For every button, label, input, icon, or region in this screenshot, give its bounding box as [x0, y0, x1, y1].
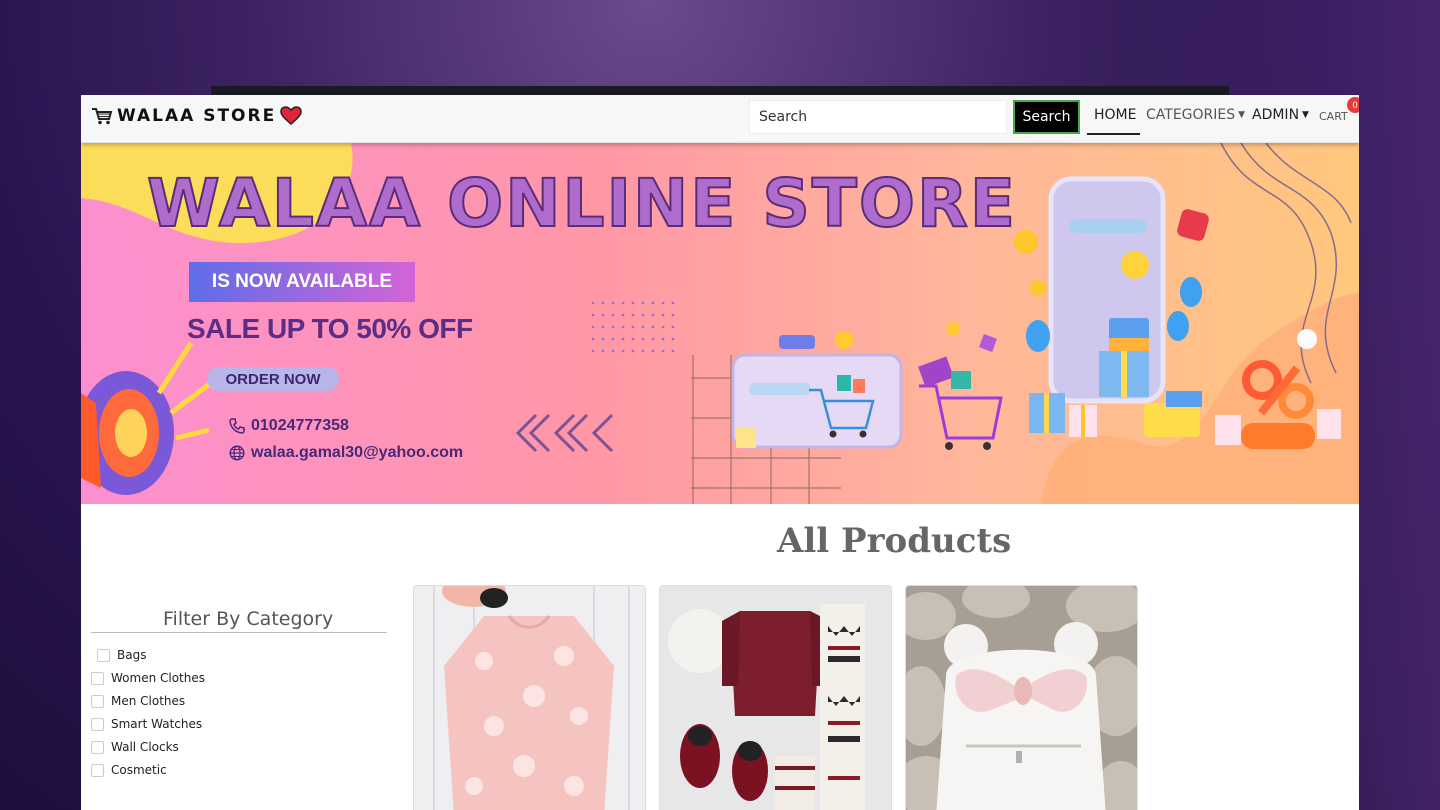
filter-option-men-clothes[interactable]: Men Clothes	[91, 694, 185, 708]
megaphone-illustration	[81, 341, 213, 495]
heart-icon	[280, 106, 302, 125]
phone-number: 01024777358	[251, 417, 349, 434]
hero-banner: WALAA ONLINE STORE IS NOW AVAILABLE SALE…	[81, 143, 1359, 504]
active-tab-indicator	[1087, 133, 1140, 135]
checkbox[interactable]	[91, 717, 104, 731]
filter-option-label: Wall Clocks	[111, 740, 179, 754]
product-card[interactable]	[905, 585, 1138, 810]
banner-title: WALAA ONLINE STORE	[146, 164, 1017, 243]
search-button[interactable]: Search	[1013, 100, 1080, 134]
nav-cart[interactable]: CART	[1319, 110, 1348, 123]
product-card[interactable]	[659, 585, 892, 810]
banner-availability-badge: IS NOW AVAILABLE	[189, 262, 415, 302]
brand-name: WALAA STORE	[117, 106, 277, 126]
page-viewport: WALAA STORE Search HOME CATEGORIES▼ ADMI…	[81, 95, 1359, 810]
filter-option-wall-clocks[interactable]: Wall Clocks	[91, 740, 179, 754]
banner-email: walaa.gamal30@yahoo.com	[229, 444, 463, 462]
shopping-cart-icon	[92, 108, 113, 125]
filter-title: Filter By Category	[163, 608, 334, 630]
checkbox[interactable]	[91, 763, 104, 777]
filter-option-bags[interactable]: Bags	[97, 648, 146, 662]
filter-option-smart-watches[interactable]: Smart Watches	[91, 717, 202, 731]
checkbox[interactable]	[91, 740, 104, 754]
top-navbar: WALAA STORE Search HOME CATEGORIES▼ ADMI…	[81, 95, 1359, 143]
nav-admin-dropdown[interactable]: ADMIN ▼	[1252, 107, 1309, 123]
email-address: walaa.gamal30@yahoo.com	[251, 444, 464, 461]
caret-down-icon: ▼	[1238, 110, 1246, 120]
filter-option-label: Cosmetic	[111, 763, 167, 777]
brand-logo[interactable]: WALAA STORE	[91, 105, 302, 127]
nav-categories-dropdown[interactable]: CATEGORIES ▼	[1146, 107, 1245, 123]
filter-divider	[91, 632, 387, 633]
checkbox[interactable]	[97, 648, 110, 662]
globe-icon	[229, 445, 245, 461]
nav-admin-label: ADMIN	[1252, 107, 1300, 123]
product-image-bow-backpack	[906, 586, 1137, 810]
filter-option-label: Women Clothes	[111, 671, 205, 685]
filter-option-women-clothes[interactable]: Women Clothes	[91, 671, 205, 685]
checkbox[interactable]	[91, 694, 104, 708]
nav-home[interactable]: HOME	[1094, 107, 1136, 123]
filter-option-label: Smart Watches	[111, 717, 203, 731]
section-title: All Products	[777, 521, 1012, 561]
search-input[interactable]	[749, 100, 1007, 134]
cart-count-badge: 0	[1347, 97, 1359, 113]
banner-sale-text: SALE UP TO 50% OFF	[187, 313, 473, 344]
phone-icon	[229, 418, 245, 434]
filter-option-label: Bags	[117, 648, 147, 662]
nav-categories-label: CATEGORIES	[1146, 107, 1236, 123]
banner-phone: 01024777358	[229, 417, 349, 435]
product-card[interactable]	[413, 585, 646, 810]
filter-option-cosmetic[interactable]: Cosmetic	[91, 763, 167, 777]
product-image-pink-sweater	[414, 586, 645, 810]
caret-down-icon: ▼	[1302, 110, 1309, 120]
checkbox[interactable]	[91, 671, 104, 685]
order-now-button[interactable]: ORDER NOW	[207, 367, 339, 391]
filter-option-label: Men Clothes	[111, 694, 186, 708]
product-image-winter-outfit	[660, 586, 891, 810]
